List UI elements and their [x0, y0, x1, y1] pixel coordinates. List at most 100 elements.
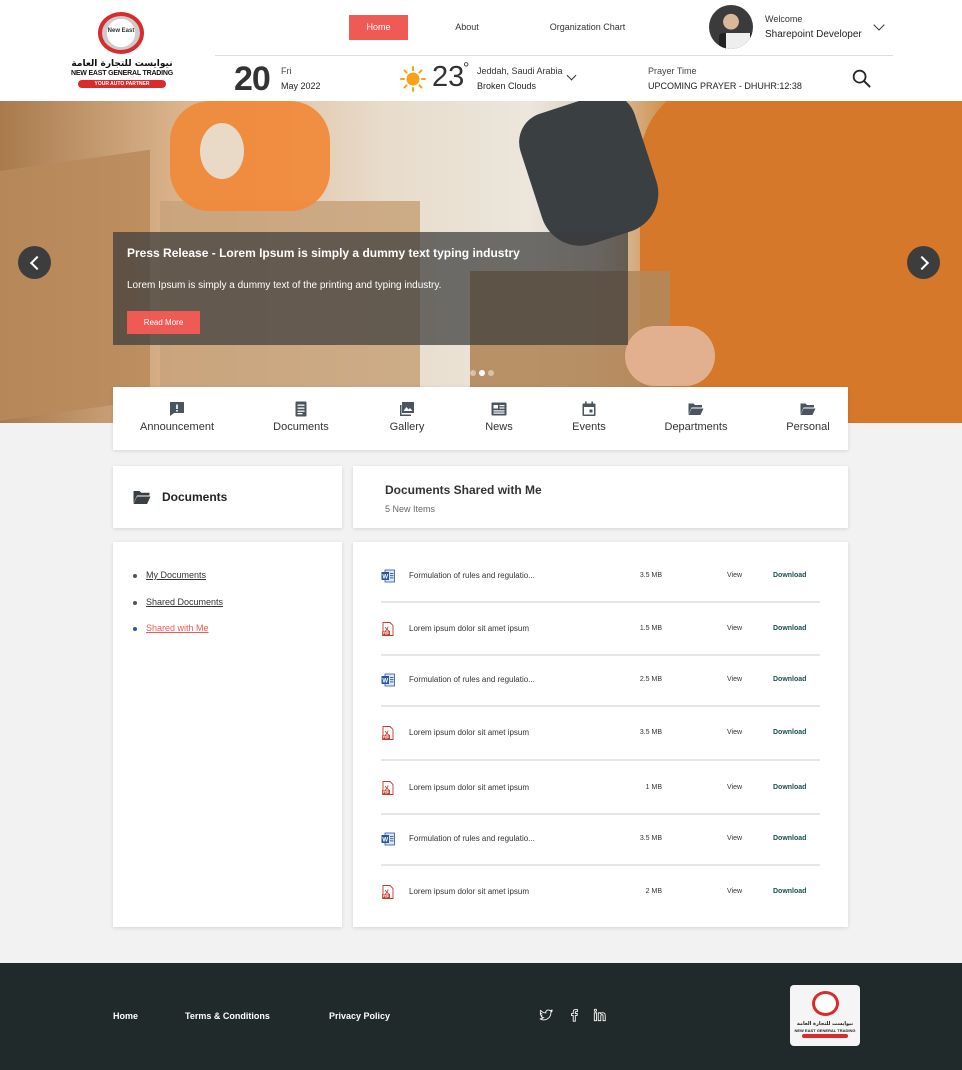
user-name: Sharepoint Developer: [765, 29, 862, 40]
pdf-file-icon: PDF: [382, 726, 394, 740]
twitter-icon[interactable]: [539, 1008, 553, 1022]
quick-link-label: Documents: [273, 421, 329, 433]
facebook-icon[interactable]: [567, 1008, 581, 1022]
chevron-down-icon[interactable]: [873, 19, 885, 31]
file-name[interactable]: Lorem ipsum dolor sit amet ipsum: [409, 728, 529, 737]
weather-chevron-down-icon[interactable]: [566, 70, 577, 81]
announcement-icon: [170, 402, 184, 416]
quick-link-departments[interactable]: Departments: [641, 401, 751, 433]
svg-text:PDF: PDF: [383, 632, 390, 636]
news-icon: [491, 402, 507, 416]
avatar[interactable]: [709, 5, 753, 49]
quick-links-bar: Announcement Documents Gallery News Even…: [113, 387, 848, 450]
carousel-dot[interactable]: [470, 370, 476, 376]
read-more-button[interactable]: Read More: [127, 311, 200, 334]
carousel-dot[interactable]: [488, 370, 494, 376]
view-button[interactable]: View: [727, 835, 742, 842]
footer-link-terms[interactable]: Terms & Conditions: [185, 1011, 270, 1021]
download-button[interactable]: Download: [773, 835, 806, 842]
shared-files-list: W Formulation of rules and regulatio... 3.…: [353, 542, 848, 927]
view-button[interactable]: View: [727, 625, 742, 632]
nav-about[interactable]: About: [440, 15, 494, 40]
download-button[interactable]: Download: [773, 888, 806, 895]
footer-link-privacy[interactable]: Privacy Policy: [329, 1011, 390, 1021]
file-row: PDF Lorem ipsum dolor sit amet ipsum 1 MB V…: [381, 781, 820, 795]
calendar-icon: [582, 401, 596, 416]
svg-text:W: W: [382, 837, 388, 843]
slide-caption: Press Release - Lorem Ipsum is simply a …: [113, 232, 628, 345]
quick-link-label: Personal: [786, 421, 830, 433]
link-my-documents[interactable]: My Documents: [133, 570, 206, 580]
file-size: 2.5 MB: [639, 676, 662, 683]
quick-link-announcement[interactable]: Announcement: [122, 401, 232, 433]
row-divider: [381, 705, 820, 707]
quick-link-events[interactable]: Events: [534, 401, 644, 433]
prayer-time-label: Prayer Time: [648, 66, 697, 76]
documents-nav: My Documents Shared Documents Shared wit…: [113, 542, 342, 927]
file-name[interactable]: Formulation of rules and regulatio...: [409, 571, 535, 580]
file-size: 3.5 MB: [639, 729, 662, 736]
folder-open-icon: [688, 403, 704, 415]
view-button[interactable]: View: [727, 676, 742, 683]
pdf-file-icon: PDF: [382, 885, 394, 899]
footer: Home Terms & Conditions Privacy Policy ن…: [0, 963, 962, 1070]
logo-emblem-text: New East: [107, 28, 135, 34]
logo-english-name: NEW EAST GENERAL TRADING: [70, 70, 174, 77]
file-name[interactable]: Lorem ipsum dolor sit amet ipsum: [409, 783, 529, 792]
slide-title: Press Release - Lorem Ipsum is simply a …: [127, 246, 520, 260]
header: New East نيوايست للتجارة العامة NEW EAST…: [0, 0, 962, 101]
file-row: W Formulation of rules and regulatio... 3.…: [381, 569, 820, 583]
view-button[interactable]: View: [727, 572, 742, 579]
view-button[interactable]: View: [727, 729, 742, 736]
shared-documents-subtitle: 5 New Items: [385, 504, 436, 514]
welcome-label: Welcome: [765, 14, 803, 24]
carousel-next-arrow-icon[interactable]: [907, 246, 940, 279]
view-button[interactable]: View: [727, 888, 742, 895]
folder-open-icon: [133, 491, 151, 504]
footer-link-home[interactable]: Home: [113, 1011, 138, 1021]
file-row: W Formulation of rules and regulatio... 3.…: [381, 832, 820, 846]
download-button[interactable]: Download: [773, 729, 806, 736]
file-row: W Formulation of rules and regulatio... 2.…: [381, 673, 820, 687]
footer-logo-arabic: نيوايست للتجارة العامة: [796, 1021, 854, 1027]
footer-logo[interactable]: نيوايست للتجارة العامة NEW EAST GENERAL …: [790, 985, 860, 1046]
company-logo[interactable]: New East نيوايست للتجارة العامة NEW EAST…: [66, 8, 178, 92]
file-size: 3.5 MB: [639, 835, 662, 842]
svg-text:PDF: PDF: [383, 736, 390, 740]
quick-link-label: Announcement: [140, 421, 214, 433]
svg-text:W: W: [382, 678, 388, 684]
file-name[interactable]: Formulation of rules and regulatio...: [409, 675, 535, 684]
file-row: PDF Lorem ipsum dolor sit amet ipsum 3.5 M…: [381, 726, 820, 740]
row-divider: [381, 601, 820, 603]
header-divider: [215, 55, 893, 56]
download-button[interactable]: Download: [773, 625, 806, 632]
row-divider: [381, 654, 820, 656]
quick-link-documents[interactable]: Documents: [246, 401, 356, 433]
footer-logo-english: NEW EAST GENERAL TRADING: [794, 1028, 856, 1033]
slide-text: Lorem Ipsum is simply a dummy text of th…: [127, 280, 442, 291]
file-size: 1 MB: [645, 784, 662, 791]
logo-arabic-name: نيوايست للتجارة العامة: [71, 59, 173, 69]
quick-link-personal[interactable]: Personal: [753, 401, 863, 433]
file-name[interactable]: Lorem ipsum dolor sit amet ipsum: [409, 624, 529, 633]
carousel-prev-arrow-icon[interactable]: [18, 246, 51, 279]
download-button[interactable]: Download: [773, 572, 806, 579]
download-button[interactable]: Download: [773, 676, 806, 683]
word-file-icon: W: [381, 673, 395, 687]
search-icon[interactable]: [852, 69, 871, 88]
file-name[interactable]: Formulation of rules and regulatio...: [409, 834, 535, 843]
prayer-time-value: UPCOMING PRAYER - DHUHR:12:38: [648, 81, 802, 91]
word-file-icon: W: [381, 832, 395, 846]
svg-text:W: W: [382, 574, 388, 580]
view-button[interactable]: View: [727, 784, 742, 791]
link-shared-with-me[interactable]: Shared with Me: [133, 623, 209, 633]
carousel-dot-active[interactable]: [479, 370, 485, 376]
linkedin-icon[interactable]: [593, 1008, 607, 1022]
nav-organization-chart[interactable]: Organization Chart: [540, 15, 635, 40]
nav-home[interactable]: Home: [349, 15, 408, 40]
file-name[interactable]: Lorem ipsum dolor sit amet ipsum: [409, 887, 529, 896]
file-row: PDF Lorem ipsum dolor sit amet ipsum 1.5 M…: [381, 622, 820, 636]
link-shared-documents[interactable]: Shared Documents: [133, 597, 223, 607]
hero-image-tape-dispenser: [170, 101, 330, 211]
download-button[interactable]: Download: [773, 784, 806, 791]
